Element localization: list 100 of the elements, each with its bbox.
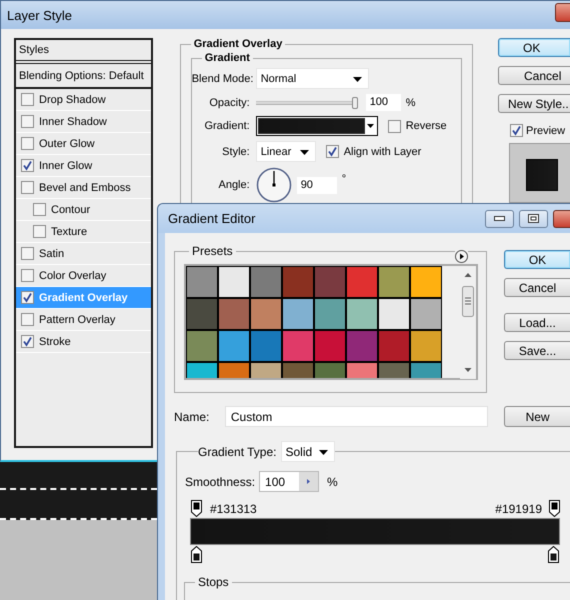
style-dropdown[interactable]: Linear (256, 141, 316, 162)
unit-label: ° (342, 173, 346, 185)
stop-color-label: #191919 (495, 502, 542, 516)
checkbox[interactable] (21, 335, 34, 348)
style-list-item[interactable]: Contour (16, 199, 151, 221)
stop-marker[interactable] (191, 500, 203, 517)
checkbox[interactable] (21, 159, 34, 172)
checkbox[interactable] (21, 181, 34, 194)
dialog-button[interactable]: OK (504, 250, 570, 269)
gradient-swatch[interactable] (346, 330, 378, 362)
gradient-swatch[interactable] (218, 298, 250, 330)
checkbox[interactable] (33, 225, 46, 238)
dialog-button[interactable]: New Style.. (498, 94, 570, 113)
gradient-swatch[interactable] (186, 330, 218, 362)
gradient-type-dropdown[interactable]: Solid (280, 441, 334, 462)
blend-mode-dropdown[interactable]: Normal (256, 68, 369, 89)
style-list-item[interactable]: Pattern Overlay (16, 309, 151, 331)
gradient-swatch[interactable] (346, 266, 378, 298)
group-title: Presets (191, 244, 234, 258)
field-label: Style: (221, 146, 250, 158)
field-label: Angle: (217, 179, 250, 191)
unit-label: % (327, 474, 338, 488)
checkbox[interactable] (21, 115, 34, 128)
smoothness-field[interactable]: 100 (259, 471, 320, 492)
caret-icon (318, 450, 328, 455)
angle-field[interactable]: 90 (296, 176, 337, 194)
checkbox-label: Preview (526, 124, 566, 136)
stop-marker[interactable] (191, 546, 203, 563)
checkbox[interactable] (21, 93, 34, 106)
slider-thumb[interactable] (352, 96, 358, 108)
caret-icon (300, 150, 309, 155)
checkbox[interactable] (388, 120, 401, 132)
style-list-item[interactable]: Satin (16, 243, 151, 265)
style-list-item[interactable]: Drop Shadow (16, 89, 151, 111)
gradient-swatch[interactable] (218, 266, 250, 298)
minimize-icon (494, 216, 505, 221)
dialog-button[interactable]: Load... (504, 313, 570, 332)
style-list-item[interactable]: Outer Glow (16, 133, 151, 155)
gradient-swatch[interactable] (282, 330, 314, 362)
window-title: Layer Style (7, 8, 74, 22)
field-label: Gradient: (203, 120, 250, 132)
dialog-button[interactable]: Cancel (504, 278, 570, 297)
dialog-button[interactable]: OK (498, 38, 570, 57)
close-button[interactable] (555, 2, 570, 22)
dialog-button[interactable]: Cancel (498, 66, 570, 85)
new-button[interactable]: New (504, 406, 570, 427)
gradient-bar[interactable] (190, 518, 560, 545)
gradient-swatch[interactable] (378, 298, 410, 330)
field-label: Blend Mode: (192, 72, 250, 84)
gradient-swatch[interactable] (186, 266, 218, 298)
gradient-swatch[interactable] (378, 266, 410, 298)
name-field[interactable]: Custom (224, 406, 488, 427)
gradient-swatch[interactable] (410, 330, 442, 362)
gradient-swatch[interactable] (250, 298, 282, 330)
style-list-item[interactable]: Inner Shadow (16, 111, 151, 133)
checkbox-label: Reverse (406, 120, 447, 132)
gradient-swatch[interactable] (218, 330, 250, 362)
group-title: Gradient (204, 52, 251, 64)
style-list-item[interactable]: Inner Glow (16, 155, 151, 177)
gradient-swatch[interactable] (314, 330, 346, 362)
gradient-swatch[interactable] (186, 298, 218, 330)
dialog-button[interactable]: Save... (504, 341, 570, 360)
checkbox[interactable] (21, 291, 34, 304)
style-list-item[interactable]: Blending Options: Default (16, 64, 151, 89)
stop-marker[interactable] (548, 546, 560, 563)
gradient-swatch[interactable] (346, 298, 378, 330)
gradient-picker[interactable] (256, 116, 378, 136)
style-list-item[interactable]: Styles (16, 40, 151, 64)
gradient-swatch[interactable] (378, 330, 410, 362)
checkbox[interactable] (21, 269, 34, 282)
gradient-swatch[interactable] (282, 266, 314, 298)
style-list-item[interactable]: Texture (16, 221, 151, 243)
maximize-icon (528, 214, 539, 223)
style-list-item[interactable]: Stroke (16, 331, 151, 353)
field-label: Name: (174, 410, 210, 424)
gradient-swatch[interactable] (314, 266, 346, 298)
gradient-swatch[interactable] (314, 298, 346, 330)
checkbox[interactable] (21, 137, 34, 150)
gradient-swatch[interactable] (410, 298, 442, 330)
gradient-swatch[interactable] (282, 298, 314, 330)
caret-icon (366, 124, 374, 128)
unit-label: % (406, 96, 416, 108)
checkbox-label: Align with Layer (344, 146, 422, 158)
angle-dial[interactable] (256, 167, 292, 203)
gradient-swatch[interactable] (250, 266, 282, 298)
checkbox[interactable] (510, 124, 523, 137)
maximize-button[interactable] (519, 210, 548, 228)
opacity-field[interactable]: 100 (366, 94, 401, 111)
checkbox[interactable] (326, 145, 339, 158)
stop-marker[interactable] (549, 500, 561, 517)
close-button[interactable] (553, 210, 570, 228)
gradient-swatch[interactable] (250, 330, 282, 362)
gradient-swatch[interactable] (410, 266, 442, 298)
checkbox[interactable] (21, 247, 34, 260)
checkbox[interactable] (21, 313, 34, 326)
caret-icon (352, 77, 362, 82)
style-list-item[interactable]: Bevel and Emboss (16, 177, 151, 199)
checkbox[interactable] (33, 203, 46, 216)
circle-arrow-icon[interactable] (455, 250, 468, 263)
minimize-button[interactable] (485, 210, 514, 228)
